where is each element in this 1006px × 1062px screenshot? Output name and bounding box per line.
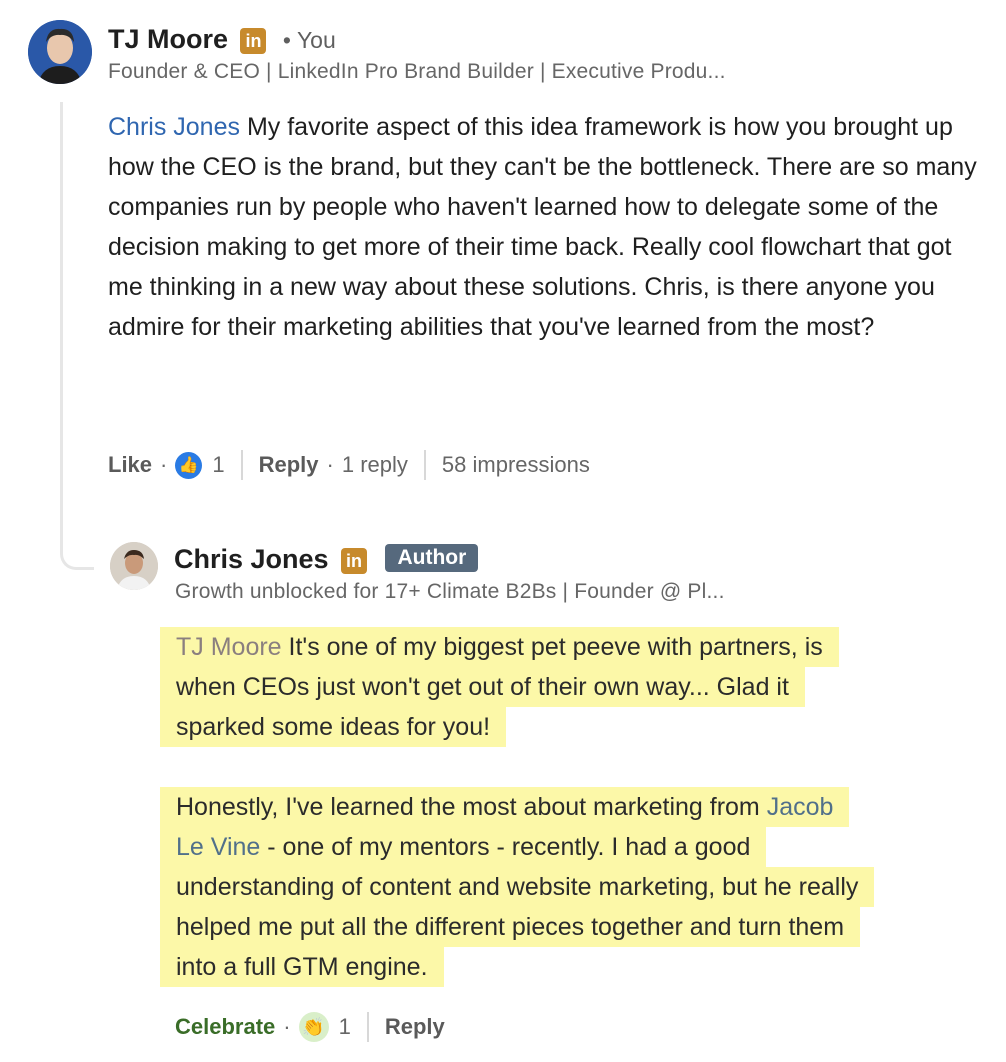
author-name[interactable]: Chris Jones	[174, 544, 329, 574]
mention-link[interactable]: Le Vine	[176, 833, 260, 861]
text-line: Le Vine - one of my mentors - recently. …	[160, 827, 767, 867]
reply-button[interactable]: Reply	[385, 1014, 445, 1040]
celebrate-count[interactable]: 1	[339, 1014, 351, 1040]
reply-button[interactable]: Reply	[259, 452, 319, 478]
avatar-tj-moore[interactable]	[28, 20, 92, 84]
celebrate-button[interactable]: Celebrate	[175, 1014, 275, 1040]
divider	[423, 450, 426, 480]
mention-link[interactable]: Chris Jones	[108, 113, 240, 141]
author-headline: Growth unblocked for 17+ Climate B2Bs | …	[175, 580, 725, 603]
comment-text: Chris Jones My favorite aspect of this i…	[108, 107, 988, 347]
impressions-count: 58 impressions	[441, 452, 590, 477]
linkedin-premium-icon: in	[341, 547, 368, 574]
reply-paragraph: Honestly, I've learned the most about ma…	[160, 787, 875, 987]
text-span: It's one of my biggest pet peeve with pa…	[281, 633, 823, 661]
divider	[366, 1012, 369, 1042]
text-line: into a full GTM engine.	[160, 947, 444, 987]
reply-actions: Celebrate · 👏 1 Reply	[175, 1012, 445, 1042]
text-line: when CEOs just won't get out of their ow…	[160, 667, 805, 707]
author-headline: Founder & CEO | LinkedIn Pro Brand Build…	[108, 60, 726, 83]
divider	[240, 450, 243, 480]
comment-body: My favorite aspect of this idea framewor…	[108, 113, 977, 341]
separator-dot: ·	[160, 452, 168, 477]
text-line: sparked some ideas for you!	[160, 707, 507, 747]
separator-dot: ·	[326, 452, 334, 477]
linkedin-premium-icon: in	[240, 27, 267, 54]
text-span: Honestly, I've learned the most about ma…	[176, 793, 767, 821]
comment-thread: TJ Moore in • You Founder & CEO | Linked…	[0, 0, 1006, 1062]
reply-count[interactable]: 1 reply	[342, 452, 408, 478]
text-line: TJ Moore It's one of my biggest pet peev…	[160, 627, 839, 667]
separator-dot: ·	[283, 1014, 291, 1039]
thread-connector-line	[60, 102, 94, 570]
comment-header: TJ Moore in • You	[108, 24, 336, 57]
text-line: understanding of content and website mar…	[160, 867, 875, 907]
text-span: - one of my mentors - recently. I had a …	[260, 833, 751, 861]
clapping-hands-icon[interactable]: 👏	[298, 1012, 329, 1042]
comment-actions: Like · 👍 1 Reply · 1 reply 58 impression…	[108, 450, 590, 480]
mention-link[interactable]: Jacob	[767, 793, 834, 821]
author-name[interactable]: TJ Moore	[108, 24, 228, 54]
reply-paragraph: TJ Moore It's one of my biggest pet peev…	[160, 627, 839, 747]
mention-link[interactable]: TJ Moore	[176, 633, 282, 661]
like-count[interactable]: 1	[212, 452, 224, 478]
text-line: helped me put all the different pieces t…	[160, 907, 861, 947]
avatar-chris-jones[interactable]	[110, 542, 158, 590]
reply-header: Chris Jones in Author	[174, 544, 479, 577]
like-button[interactable]: Like	[108, 452, 152, 478]
text-line: Honestly, I've learned the most about ma…	[160, 787, 850, 827]
author-badge: Author	[385, 544, 479, 572]
you-label: • You	[282, 27, 336, 53]
thumbs-up-icon[interactable]: 👍	[175, 451, 203, 479]
